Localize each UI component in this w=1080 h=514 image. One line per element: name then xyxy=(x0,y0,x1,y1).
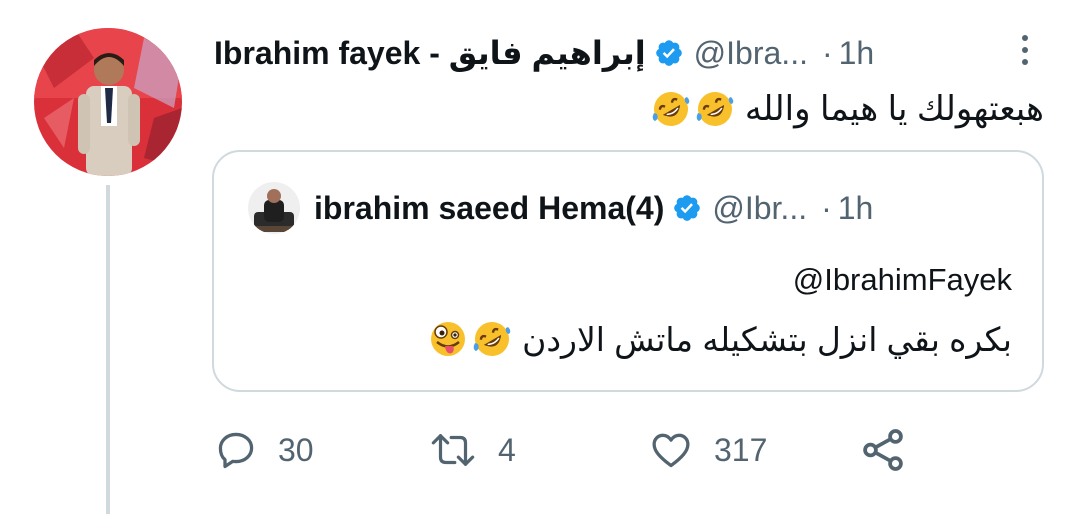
author-handle[interactable]: @Ibra... xyxy=(694,35,808,72)
share-icon xyxy=(863,429,903,471)
zany-face-emoji-icon xyxy=(431,322,466,356)
quote-header: ibrahim saeed Hema(4) @Ibr... · 1h xyxy=(314,182,873,234)
avatar-image xyxy=(34,28,182,176)
reply-count: 30 xyxy=(278,431,314,468)
author-name[interactable]: Ibrahim fayek - إبراهيم فايق xyxy=(214,34,646,72)
tweet-timestamp[interactable]: 1h xyxy=(839,35,875,72)
tweet-header: Ibrahim fayek - إبراهيم فايق @Ibra... · … xyxy=(214,28,874,78)
quote-text: بكره بقي انزل بتشكيله ماتش الاردن xyxy=(428,314,1012,364)
quote-author-handle[interactable]: @Ibr... xyxy=(712,190,807,227)
quote-avatar-image xyxy=(248,182,300,234)
retweet-button[interactable]: 4 xyxy=(428,420,516,480)
quote-text-content: بكره بقي انزل بتشكيله ماتش الاردن xyxy=(522,320,1012,358)
tweet-text: هبعتهولك يا هيما والله xyxy=(651,84,1044,134)
rolling-laughing-emoji-icon xyxy=(652,92,690,126)
retweet-icon xyxy=(431,434,475,466)
like-count: 317 xyxy=(714,431,768,468)
quote-mention-link[interactable]: @IbrahimFayek xyxy=(793,262,1012,298)
verified-badge-icon xyxy=(672,193,702,223)
reply-button[interactable]: 30 xyxy=(214,420,314,480)
like-button[interactable]: 317 xyxy=(648,420,767,480)
quote-emojis xyxy=(428,319,512,359)
tweet-action-bar: 30 4 317 xyxy=(0,420,1080,480)
tweet-text-content: هبعتهولك يا هيما والله xyxy=(744,90,1044,128)
quote-author-name[interactable]: ibrahim saeed Hema(4) xyxy=(314,190,664,227)
rolling-laughing-emoji-icon xyxy=(473,322,511,356)
retweet-count: 4 xyxy=(498,431,516,468)
author-avatar[interactable] xyxy=(34,28,182,176)
quote-timestamp[interactable]: 1h xyxy=(838,190,874,227)
quoted-tweet[interactable]: ibrahim saeed Hema(4) @Ibr... · 1h @Ibra… xyxy=(212,150,1044,392)
like-icon xyxy=(652,433,690,468)
verified-badge-icon xyxy=(654,38,684,68)
share-button[interactable] xyxy=(858,420,908,480)
tweet-emojis xyxy=(651,89,735,129)
quote-header-separator: · xyxy=(821,189,832,226)
rolling-laughing-emoji-icon xyxy=(696,92,734,126)
reply-icon xyxy=(218,432,254,469)
header-separator: · xyxy=(821,34,833,71)
quote-author-avatar[interactable] xyxy=(248,182,300,234)
more-icon[interactable] xyxy=(1014,30,1036,70)
